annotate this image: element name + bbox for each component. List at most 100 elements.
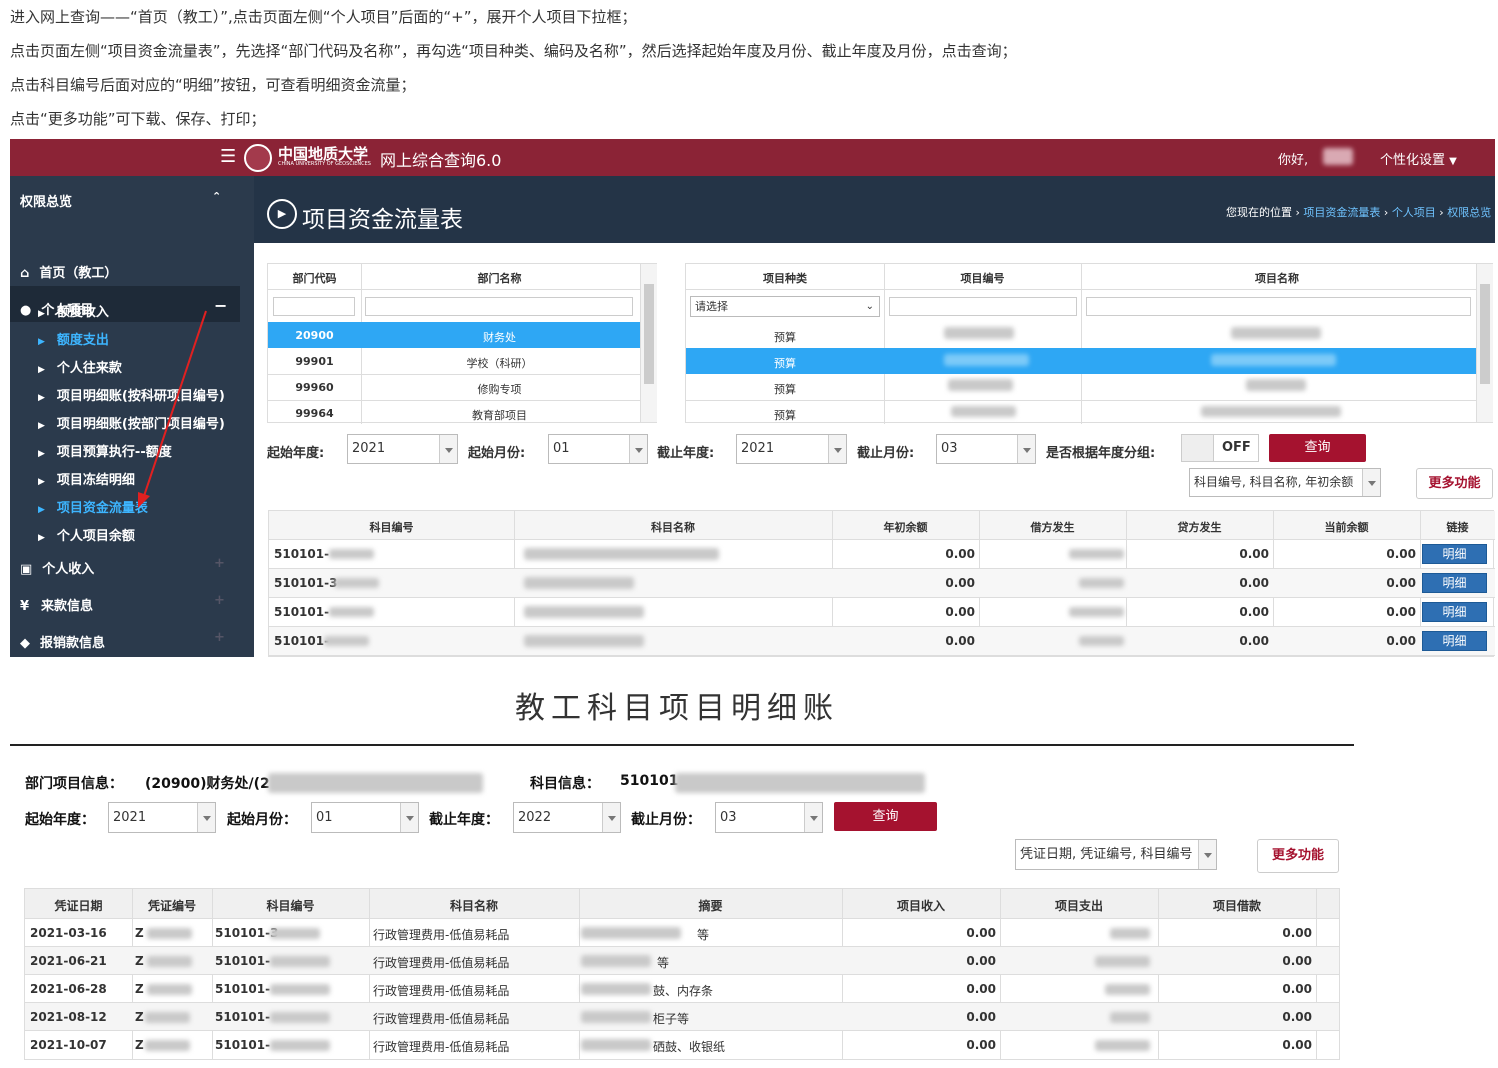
flow-col-credit: 贷方发生 [1177, 521, 1222, 534]
flow-col-debit: 借方发生 [1030, 521, 1075, 534]
dept-row-name[interactable]: 教育部项目 [361, 407, 638, 423]
university-logo [244, 144, 272, 172]
proj-code-filter[interactable] [889, 297, 1077, 316]
breadcrumb-link-1[interactable]: 个人项目 [1392, 206, 1436, 219]
proj-col-type: 项目种类 [763, 272, 807, 285]
dept-row-code[interactable]: 99960 [268, 381, 361, 394]
detail-button[interactable]: 明细 [1422, 631, 1487, 651]
proj-col-code: 项目编号 [960, 272, 1005, 285]
start-year-select[interactable]: 2021 [347, 434, 458, 464]
proj-row-type[interactable]: 预算 [686, 381, 884, 397]
dept-scrollbar[interactable] [640, 264, 657, 422]
dept-col-name: 部门名称 [477, 272, 522, 285]
start-month-label: 起始月份: [468, 446, 526, 461]
ledger-table: 凭证日期 凭证编号 科目编号 科目名称 摘要 项目收入 项目支出 项目借款 20… [24, 888, 1340, 1060]
start-year-label: 起始年度: [267, 446, 325, 461]
menu-icon[interactable]: ☰ [220, 146, 236, 167]
dept-col-code: 部门代码 [292, 272, 337, 285]
dept-row-name: 财务处 [483, 331, 516, 344]
query-button[interactable]: 查询 [1269, 434, 1366, 462]
proj-row-type: 预算 [774, 357, 796, 370]
end-year-label: 截止年度: [657, 446, 715, 461]
detail-button[interactable]: 明细 [1422, 573, 1487, 593]
ledger-col-voucher: 凭证编号 [147, 899, 196, 913]
ledger-col-date: 凭证日期 [54, 899, 103, 913]
breadcrumb-link-2[interactable]: 权限总览 [1447, 206, 1491, 219]
ledger-end-month-label: 截止月份： [631, 812, 701, 828]
ledger-title-rule [10, 744, 1354, 746]
logo-subtext: CHINA UNIVERSITY OF GEOSCIENCES [278, 161, 371, 167]
main-content: ▶ 项目资金流量表 您现在的位置 › 项目资金流量表 › 个人项目 › 权限总览… [254, 176, 1495, 657]
start-month-select[interactable]: 01 [548, 434, 648, 464]
ledger-end-year-select[interactable]: 2022 [513, 802, 621, 833]
flow-col-link: 链接 [1446, 521, 1469, 534]
instruction-line-4: 点击“更多功能”可下载、保存、打印； [10, 110, 266, 128]
detail-button[interactable]: 明细 [1422, 544, 1487, 564]
group-toggle[interactable]: OFF [1181, 434, 1259, 462]
dept-table: 部门代码 部门名称 20900 财务处 99901 学校（科研） 99960 修… [267, 263, 657, 424]
top-bar: ☰ 中国地质大学 CHINA UNIVERSITY OF GEOSCIENCES… [10, 139, 1495, 176]
dept-name-filter[interactable] [365, 297, 633, 316]
breadcrumb-link-0[interactable]: 项目资金流量表 [1303, 206, 1380, 219]
ledger-end-month-select[interactable]: 03 [715, 802, 823, 833]
table-row: 2021-06-28 Z 510101- 行政管理费用-低值易耗品 鼓、内存条 … [25, 975, 1339, 1003]
group-label: 是否根据年度分组: [1046, 446, 1156, 461]
circle-play-icon: ▶ [267, 199, 297, 229]
app-window: ☰ 中国地质大学 CHINA UNIVERSITY OF GEOSCIENCES… [10, 139, 1495, 657]
dept-row-code[interactable]: 99901 [268, 355, 361, 368]
ledger-start-year-select[interactable]: 2021 [108, 802, 216, 833]
proj-type-filter[interactable]: 请选择 ⌄ [690, 296, 880, 317]
ledger-start-year-label: 起始年度： [25, 812, 95, 828]
dept-info-value: (20900)财务处/(2 [145, 776, 270, 792]
dept-row-code[interactable]: 99964 [268, 407, 361, 420]
flow-col-current: 当前余额 [1324, 521, 1369, 534]
settings-menu[interactable]: 个性化设置 ▼ [1380, 149, 1457, 168]
dept-row-name[interactable]: 学校（科研） [361, 355, 638, 371]
breadcrumb: 您现在的位置 › 项目资金流量表 › 个人项目 › 权限总览 [1226, 206, 1492, 219]
ledger-query-button[interactable]: 查询 [834, 802, 937, 831]
app-title: 网上综合查询6.0 [380, 151, 502, 170]
table-row: 2021-06-21 Z 510101- 行政管理费用-低值易耗品 等 0.00… [25, 947, 1339, 975]
dept-row-name[interactable]: 修购专项 [361, 381, 638, 397]
ledger-col-code: 科目编号 [266, 899, 315, 913]
table-row: 510101- 0.00 0.00 0.00 明细 [269, 627, 1495, 656]
subject-info-value: 510101 [620, 773, 679, 789]
detail-button[interactable]: 明细 [1422, 602, 1487, 622]
subject-info-label: 科目信息： [530, 776, 600, 792]
page-title: 项目资金流量表 [302, 207, 463, 233]
table-row: 2021-10-07 Z 510101- 行政管理费用-低值易耗品 硒鼓、收银纸… [30, 1038, 1312, 1054]
more-functions-button[interactable]: 更多功能 [1416, 468, 1493, 499]
instruction-line-1: 进入网上查询——“首页（教工）”,点击页面左侧“个人项目”后面的“+”，展开个人… [10, 8, 637, 26]
proj-row-type[interactable]: 预算 [686, 329, 884, 345]
project-table: 项目种类 项目编号 项目名称 请选择 ⌄ 预算 预算 预算 预算 [685, 263, 1493, 424]
proj-scrollbar[interactable] [1476, 264, 1493, 422]
dept-row-code: 20900 [295, 329, 334, 342]
sidebar: 权限总览 ⌃ ⌂ 首页（教工） ● 个人项目 − ▶ 额度收入 ▶ 额度支出 ▶ 个人往来… [10, 176, 254, 657]
page-header: ▶ 项目资金流量表 您现在的位置 › 项目资金流量表 › 个人项目 › 权限总览 [254, 176, 1495, 243]
table-row: 510101-3 0.00 0.00 0.00 明细 [269, 569, 1495, 598]
ledger-sort-select[interactable]: 凭证日期, 凭证编号, 科目编号 [1015, 839, 1217, 870]
ledger-start-month-select[interactable]: 01 [311, 802, 419, 833]
ledger-start-month-label: 起始月份： [227, 812, 297, 828]
ledger-col-loan: 项目借款 [1212, 899, 1261, 913]
ledger-end-year-label: 截止年度： [429, 812, 499, 828]
end-month-select[interactable]: 03 [936, 434, 1036, 464]
flow-col-open: 年初余额 [883, 521, 928, 534]
sort-select[interactable]: 科目编号, 科目名称, 年初余额 [1189, 468, 1381, 497]
flow-table: 科目编号 科目名称 年初余额 借方发生 贷方发生 当前余额 链接 510101-… [268, 510, 1495, 657]
ledger-col-name: 科目名称 [449, 899, 498, 913]
table-row: 2021-08-12 Z 510101- 行政管理费用-低值易耗品 柜子等 0.… [25, 1003, 1339, 1031]
ledger-more-functions-button[interactable]: 更多功能 [1257, 839, 1339, 873]
table-row: 510101- 0.00 0.00 0.00 明细 [269, 598, 1495, 627]
proj-name-filter[interactable] [1086, 297, 1471, 316]
ledger-title: 教工科目项目明细账 [515, 691, 839, 726]
instruction-line-3: 点击科目编号后面对应的“明细”按钮，可查看明细资金流量； [10, 76, 416, 94]
dept-code-filter[interactable] [273, 297, 355, 316]
end-year-select[interactable]: 2021 [736, 434, 847, 464]
caret-down-icon: ▼ [1449, 156, 1457, 167]
annotation-arrow [138, 310, 207, 508]
ledger-col-expense: 项目支出 [1054, 899, 1103, 913]
dept-info-label: 部门项目信息： [25, 776, 123, 792]
flow-col-name: 科目名称 [651, 521, 695, 534]
proj-row-type[interactable]: 预算 [686, 407, 884, 423]
